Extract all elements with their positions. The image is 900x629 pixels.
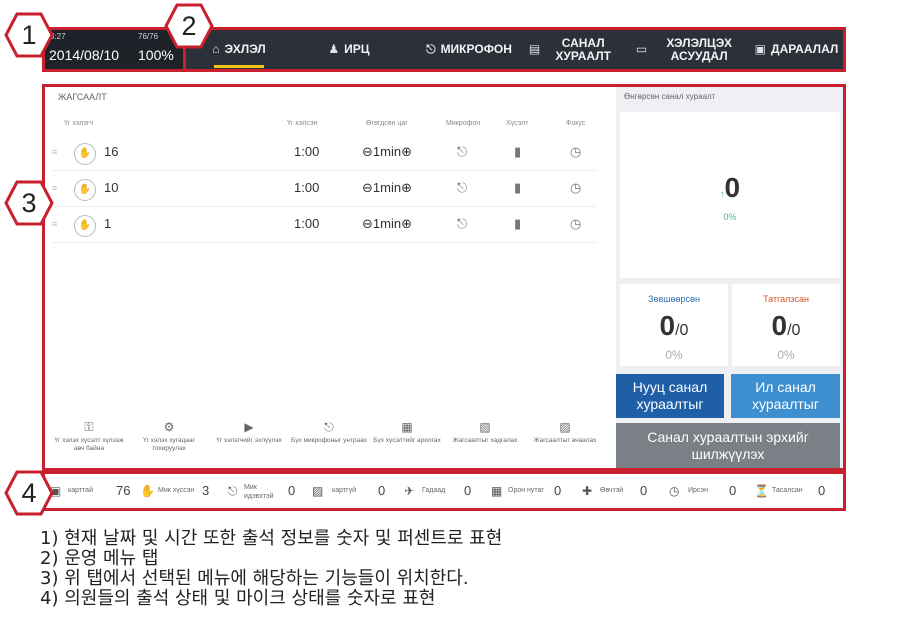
- annotation-notes: 1) 현재 날짜 및 시간 또한 출석 정보를 숫자 및 퍼센트로 표현 2) …: [40, 529, 502, 609]
- annotation-badge-3: 3: [4, 180, 54, 226]
- annotation-frame-content: [42, 84, 846, 471]
- annotation-badge-2: 2: [164, 3, 214, 49]
- note-4: 4) 의원들의 출석 상태 및 마이크 상태를 숫자로 표현: [40, 588, 436, 609]
- note-1: 1) 현재 날짜 및 시간 또한 출석 정보를 숫자 및 퍼센트로 표현: [40, 528, 503, 549]
- annotation-badge-4: 4: [4, 470, 54, 516]
- annotation-frame-bottom: [42, 471, 846, 511]
- annotation-badge-1: 1: [4, 12, 54, 58]
- note-2: 2) 운영 메뉴 탭: [40, 548, 159, 569]
- note-3: 3) 위 탭에서 선택된 메뉴에 해당하는 기능들이 위치한다.: [40, 568, 469, 589]
